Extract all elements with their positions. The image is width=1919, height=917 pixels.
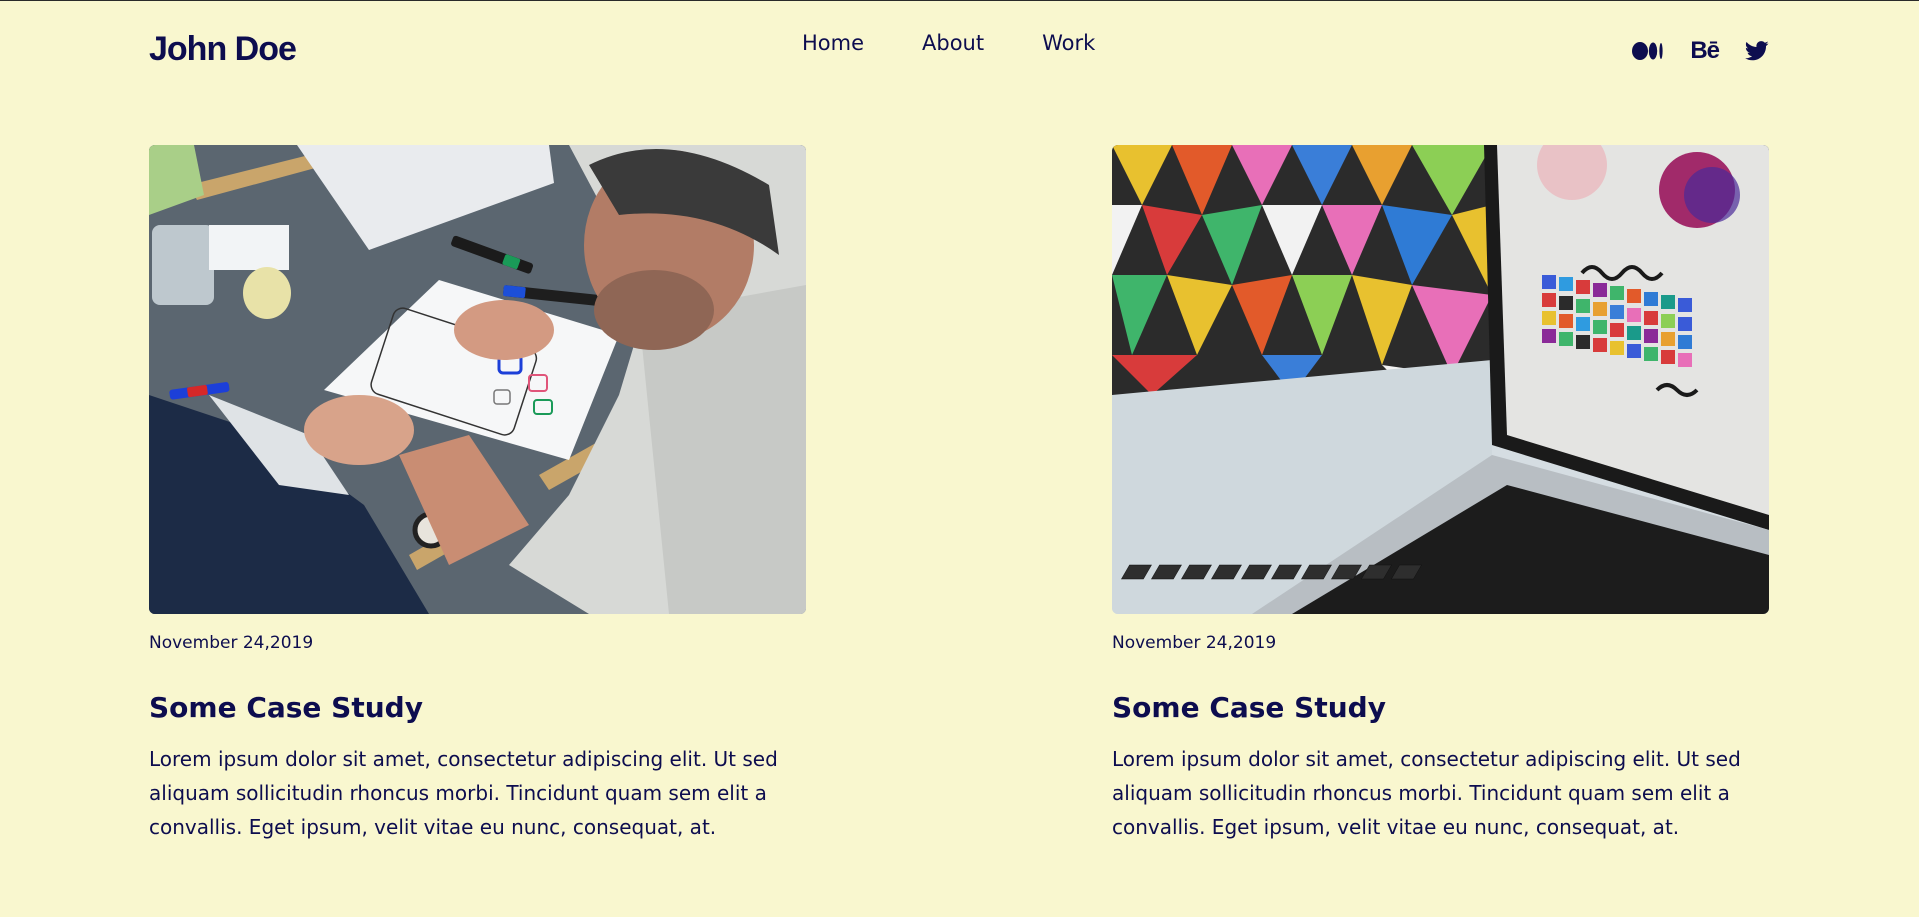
post-date: November 24,2019 [1112,633,1277,653]
nav-about-link[interactable]: About [922,31,984,55]
social-links: Bē [1632,37,1769,65]
site-header: John Doe Home About Work Bē [0,1,1919,101]
case-study-title[interactable]: Some Case Study [1112,691,1769,724]
nav-work-link[interactable]: Work [1042,31,1095,55]
nav-home-link[interactable]: Home [802,31,864,55]
behance-label: Bē [1690,37,1720,64]
laptop-with-colorful-wall-photo[interactable] [1112,145,1769,614]
person-sketching-app-icons-photo[interactable] [149,145,806,614]
case-study-description: Lorem ipsum dolor sit amet, consectetur … [1112,747,1741,839]
main-nav: Home About Work [802,31,1153,55]
post-date: November 24,2019 [149,633,314,653]
behance-icon[interactable]: Bē [1690,37,1720,65]
logo[interactable]: John Doe [149,30,297,69]
case-study-card: November 24,2019 Some Case Study Lorem i… [149,145,806,844]
twitter-icon[interactable] [1745,41,1769,61]
case-study-card: November 24,2019 Some Case Study Lorem i… [1112,145,1769,844]
case-study-title[interactable]: Some Case Study [149,691,806,724]
medium-icon[interactable] [1632,41,1664,61]
case-study-description: Lorem ipsum dolor sit amet, consectetur … [149,747,778,839]
